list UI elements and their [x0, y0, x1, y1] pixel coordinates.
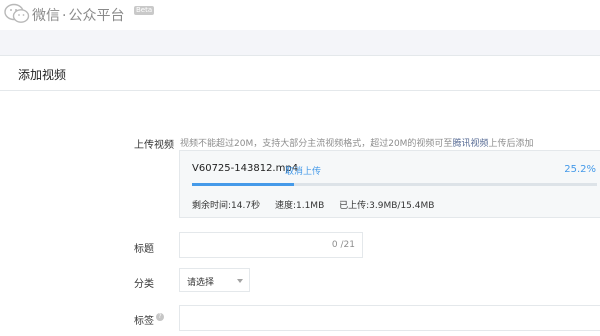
brand-sub: 公众平台: [68, 8, 125, 24]
category-selected-value: 请选择: [187, 278, 215, 288]
wechat-logo-icon: [4, 3, 30, 23]
upload-percent: 25.2%: [564, 164, 596, 175]
upload-progress-card: V60725-143812.mp4 取消上传 25.2% 剩余时间:14.7秒 …: [179, 150, 600, 218]
top-header: 微信 · 公众平台 Beta: [0, 0, 600, 30]
beta-badge: Beta: [134, 6, 155, 15]
page-title: 添加视频: [18, 68, 67, 82]
nav-band: [0, 30, 600, 55]
upload-speed: 速度:1.1MB: [274, 201, 325, 211]
tag-label: 标签: [134, 316, 154, 327]
category-select[interactable]: 请选择: [179, 268, 250, 292]
title-char-counter: 0 /21: [331, 240, 355, 250]
category-label: 分类: [134, 279, 154, 290]
question-circle-icon[interactable]: ?: [156, 313, 164, 321]
page-title-bar: 添加视频: [0, 55, 600, 91]
uploaded-size: 已上传:3.9MB/15.4MB: [339, 201, 435, 211]
upload-progress-bar: [192, 183, 597, 186]
upload-progress-fill: [192, 183, 295, 186]
brand-main: 微信: [32, 8, 60, 24]
title-input[interactable]: 0 /21: [179, 232, 363, 258]
upload-filename: V60725-143812.mp4: [192, 163, 299, 174]
cancel-upload-link[interactable]: 取消上传: [285, 164, 321, 177]
chevron-down-icon: [237, 279, 243, 283]
tencent-video-link[interactable]: 腾讯视频: [452, 139, 488, 149]
tag-input[interactable]: [179, 305, 600, 331]
upload-video-label: 上传视频: [134, 140, 174, 151]
upload-hint-text: 视频不能超过20M，支持大部分主流视频格式，超过20M的视频可至: [180, 139, 453, 149]
upload-stats: 剩余时间:14.7秒 速度:1.1MB 已上传:3.9MB/15.4MB: [192, 198, 446, 211]
title-label: 标题: [134, 244, 154, 255]
upload-hint-tail: 上传后添加: [488, 139, 534, 149]
brand-title[interactable]: 微信 · 公众平台: [32, 5, 124, 25]
remaining-time: 剩余时间:14.7秒: [192, 201, 261, 211]
upload-hint: 视频不能超过20M，支持大部分主流视频格式，超过20M的视频可至腾讯视频上传后添…: [180, 136, 533, 149]
